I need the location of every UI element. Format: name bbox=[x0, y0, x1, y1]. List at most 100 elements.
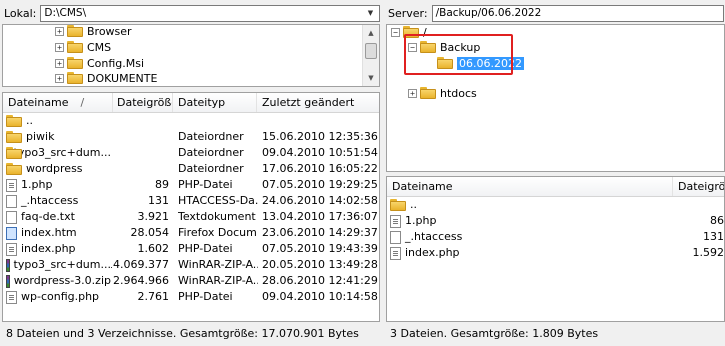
file-type: Textdokument bbox=[178, 210, 256, 223]
table-row[interactable]: typo3_src+dum... 14.069.377 WinRAR-ZIP-A..… bbox=[3, 257, 379, 273]
file-modified: 23.06.2010 14:29:37 bbox=[262, 226, 378, 239]
remote-status-bar: 3 Dateien. Gesamtgröße: 1.809 Bytes bbox=[386, 324, 725, 344]
file-name: 1.php bbox=[21, 178, 53, 191]
folder-icon bbox=[6, 131, 22, 143]
file-modified: 13.04.2010 17:36:07 bbox=[262, 210, 378, 223]
file-size: 3.921 bbox=[137, 210, 170, 223]
tree-item-htdocs[interactable]: + htdocs bbox=[408, 85, 477, 101]
local-path-value: D:\CMS\ bbox=[44, 7, 87, 19]
sort-indicator-icon: / bbox=[80, 96, 85, 109]
expand-icon[interactable]: + bbox=[55, 26, 64, 36]
file-modified: 09.04.2010 10:14:58 bbox=[262, 290, 378, 303]
file-name: wordpress bbox=[26, 162, 83, 175]
tree-item-config-msi[interactable]: + Config.Msi bbox=[55, 55, 144, 71]
chevron-down-icon[interactable]: ▼ bbox=[364, 7, 377, 20]
file-type bbox=[178, 113, 258, 129]
file-name: index.htm bbox=[21, 226, 77, 239]
php-file-icon bbox=[6, 178, 17, 192]
table-row[interactable]: index.php 1.602 PHP-Datei 07.05.2010 19:43:… bbox=[3, 241, 379, 257]
file-type: Dateiordner bbox=[178, 162, 244, 175]
php-file-icon bbox=[390, 246, 401, 260]
file-size: 131 bbox=[148, 194, 169, 207]
file-modified bbox=[262, 113, 379, 129]
file-modified: 07.05.2010 19:29:25 bbox=[262, 178, 378, 191]
expand-icon[interactable]: + bbox=[55, 58, 64, 68]
file-name-cell: .. bbox=[6, 113, 111, 129]
column-header-modified[interactable]: Zuletzt geändert bbox=[257, 93, 379, 112]
file-name-cell: index.php bbox=[6, 241, 111, 257]
column-header-size[interactable]: Dateigröße bbox=[673, 177, 724, 196]
table-row[interactable]: piwik Dateiordner 15.06.2010 12:35:36 bbox=[3, 129, 379, 145]
file-name-cell: typo3_src+dum... bbox=[6, 145, 111, 161]
file-size: 2.964.966 bbox=[113, 274, 169, 287]
table-row[interactable]: _.htaccess 131 HTACCESS-Da... 24.06.2010 14… bbox=[3, 193, 379, 209]
table-row[interactable]: .. bbox=[387, 197, 724, 213]
file-name: .. bbox=[26, 114, 33, 127]
file-size: 28.054 bbox=[130, 226, 170, 239]
table-row[interactable]: index.htm 28.054 Firefox Docum... 23.06.201… bbox=[3, 225, 379, 241]
local-tree-scrollbar[interactable]: ▲ ▼ bbox=[362, 25, 379, 86]
expand-icon[interactable]: + bbox=[55, 73, 64, 83]
remote-path-input[interactable]: /Backup/06.06.2022 bbox=[431, 4, 724, 22]
file-modified: 09.04.2010 10:51:54 bbox=[262, 146, 378, 159]
file-name: index.php bbox=[21, 242, 76, 255]
table-row[interactable]: 1.php 89 PHP-Datei 07.05.2010 19:29:25 bbox=[3, 177, 379, 193]
file-size bbox=[111, 129, 169, 145]
tree-item-label: DOKUMENTE bbox=[87, 71, 158, 85]
folder-icon bbox=[67, 41, 83, 53]
column-header-name[interactable]: Dateiname bbox=[387, 177, 673, 196]
remote-path-value: /Backup/06.06.2022 bbox=[435, 7, 542, 19]
table-row[interactable]: wp-config.php 2.761 PHP-Datei 09.04.2010 10… bbox=[3, 289, 379, 305]
tree-item-browser[interactable]: + Browser bbox=[55, 25, 132, 39]
table-row[interactable]: 1.php 86 bbox=[387, 213, 724, 229]
file-size: 14.069.377 bbox=[111, 258, 169, 271]
column-header-size[interactable]: Dateigröße bbox=[113, 93, 173, 112]
local-path-input[interactable]: D:\CMS\ ▼ bbox=[40, 4, 380, 22]
scroll-down-icon[interactable]: ▼ bbox=[363, 70, 379, 86]
file-size bbox=[111, 113, 169, 129]
folder-icon bbox=[6, 115, 22, 127]
expand-icon[interactable]: + bbox=[408, 88, 417, 98]
php-file-icon bbox=[6, 242, 17, 256]
archive-icon bbox=[6, 274, 10, 288]
expand-icon[interactable]: + bbox=[55, 42, 64, 52]
column-header-type[interactable]: Dateityp bbox=[173, 93, 257, 112]
folder-icon bbox=[390, 199, 406, 211]
html-file-icon bbox=[6, 226, 17, 240]
file-type: PHP-Datei bbox=[178, 178, 233, 191]
table-row[interactable]: _.htaccess 131 bbox=[387, 229, 724, 245]
file-name: 1.php bbox=[405, 214, 437, 227]
table-row[interactable]: index.php 1.592 bbox=[387, 245, 725, 261]
local-file-list: Dateiname / Dateigröße Dateityp Zuletzt g… bbox=[2, 92, 380, 322]
table-row[interactable]: .. bbox=[3, 113, 379, 129]
text-file-icon bbox=[6, 210, 17, 224]
file-name: _.htaccess bbox=[405, 230, 463, 243]
file-name-cell: _.htaccess bbox=[6, 193, 111, 209]
column-header-name[interactable]: Dateiname / bbox=[3, 93, 113, 112]
tree-item-cms[interactable]: + CMS bbox=[55, 39, 111, 55]
file-size bbox=[111, 161, 169, 177]
table-row[interactable]: wordpress-3.0.zip 2.964.966 WinRAR-ZIP-A..… bbox=[3, 273, 379, 289]
folder-icon bbox=[6, 163, 22, 175]
file-type: PHP-Datei bbox=[178, 242, 233, 255]
file-type: Dateiordner bbox=[178, 130, 244, 143]
remote-list-header: Dateiname Dateigröße bbox=[387, 177, 724, 197]
scroll-up-icon[interactable]: ▲ bbox=[363, 25, 379, 41]
file-name-cell: typo3_src+dum... bbox=[6, 257, 111, 273]
file-name: typo3_src+dum... bbox=[13, 258, 111, 271]
remote-tree: − / − Backup 06.06.2022 + htdocs bbox=[386, 24, 725, 172]
file-type: Dateiordner bbox=[178, 146, 244, 159]
folder-icon bbox=[67, 25, 83, 37]
file-name: wordpress-3.0.zip bbox=[13, 274, 111, 287]
table-row[interactable]: faq-de.txt 3.921 Textdokument 13.04.2010 17… bbox=[3, 209, 379, 225]
remote-file-list: Dateiname Dateigröße .. 1.php 86 _.htaccess… bbox=[386, 176, 725, 322]
scroll-thumb[interactable] bbox=[365, 43, 377, 59]
tree-item-dokumente[interactable]: + DOKUMENTE bbox=[55, 70, 157, 86]
table-row[interactable]: wordpress Dateiordner 17.06.2010 16:05:22 bbox=[3, 161, 379, 177]
file-size: 1.592 bbox=[692, 246, 725, 259]
table-row[interactable]: typo3_src+dum... Dateiordner 09.04.2010 10… bbox=[3, 145, 379, 161]
remote-path-bar: Server: /Backup/06.06.2022 bbox=[388, 2, 724, 24]
collapse-icon[interactable]: − bbox=[391, 27, 400, 37]
file-modified: 20.05.2010 13:49:28 bbox=[262, 258, 378, 271]
file-modified: 24.06.2010 14:02:58 bbox=[262, 194, 378, 207]
